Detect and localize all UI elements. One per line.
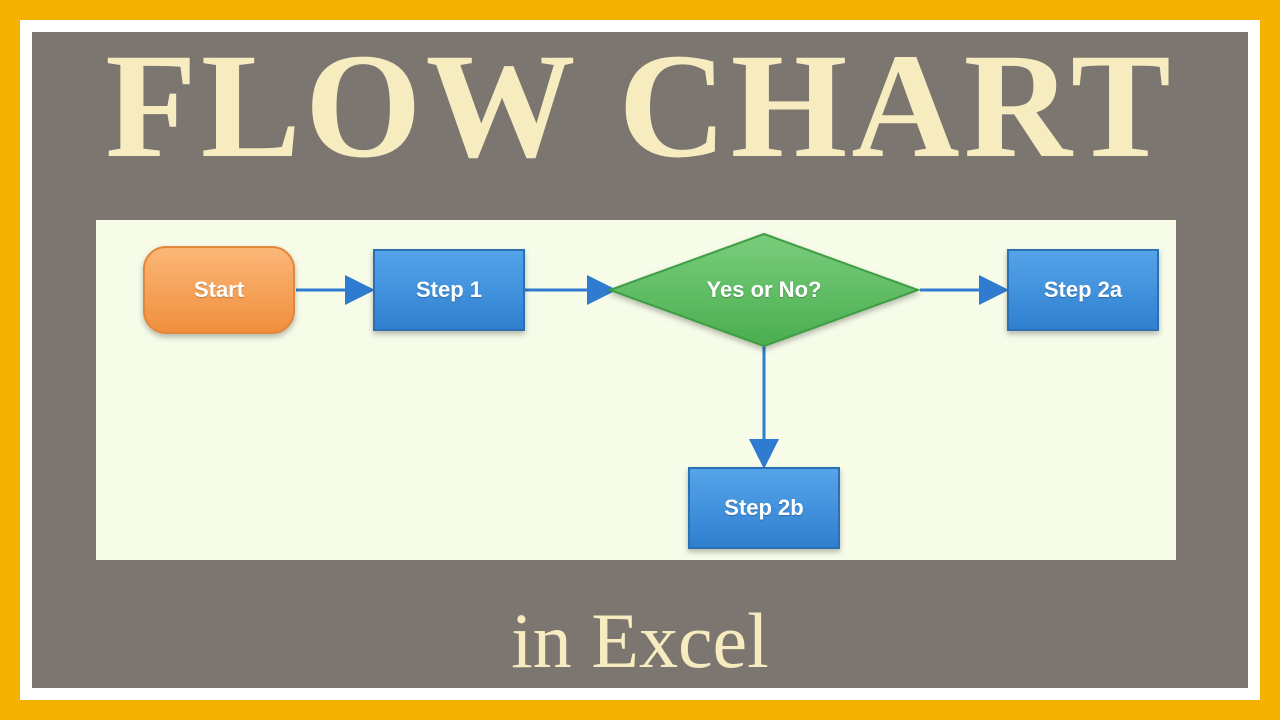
diagram-canvas: Start Step 1 Yes or No? Step 2a Step 2b xyxy=(96,220,1176,560)
node-step2b xyxy=(689,468,839,548)
subtitle-text: in Excel xyxy=(32,596,1248,686)
flowchart-svg xyxy=(96,220,1176,560)
gray-panel: FLOW CHART xyxy=(32,32,1248,688)
title-text: FLOW CHART xyxy=(32,20,1248,192)
node-step1 xyxy=(374,250,524,330)
node-step2a xyxy=(1008,250,1158,330)
outer-frame: FLOW CHART xyxy=(0,0,1280,720)
node-decision xyxy=(610,234,918,346)
white-frame: FLOW CHART xyxy=(20,20,1260,700)
node-start xyxy=(144,247,294,333)
